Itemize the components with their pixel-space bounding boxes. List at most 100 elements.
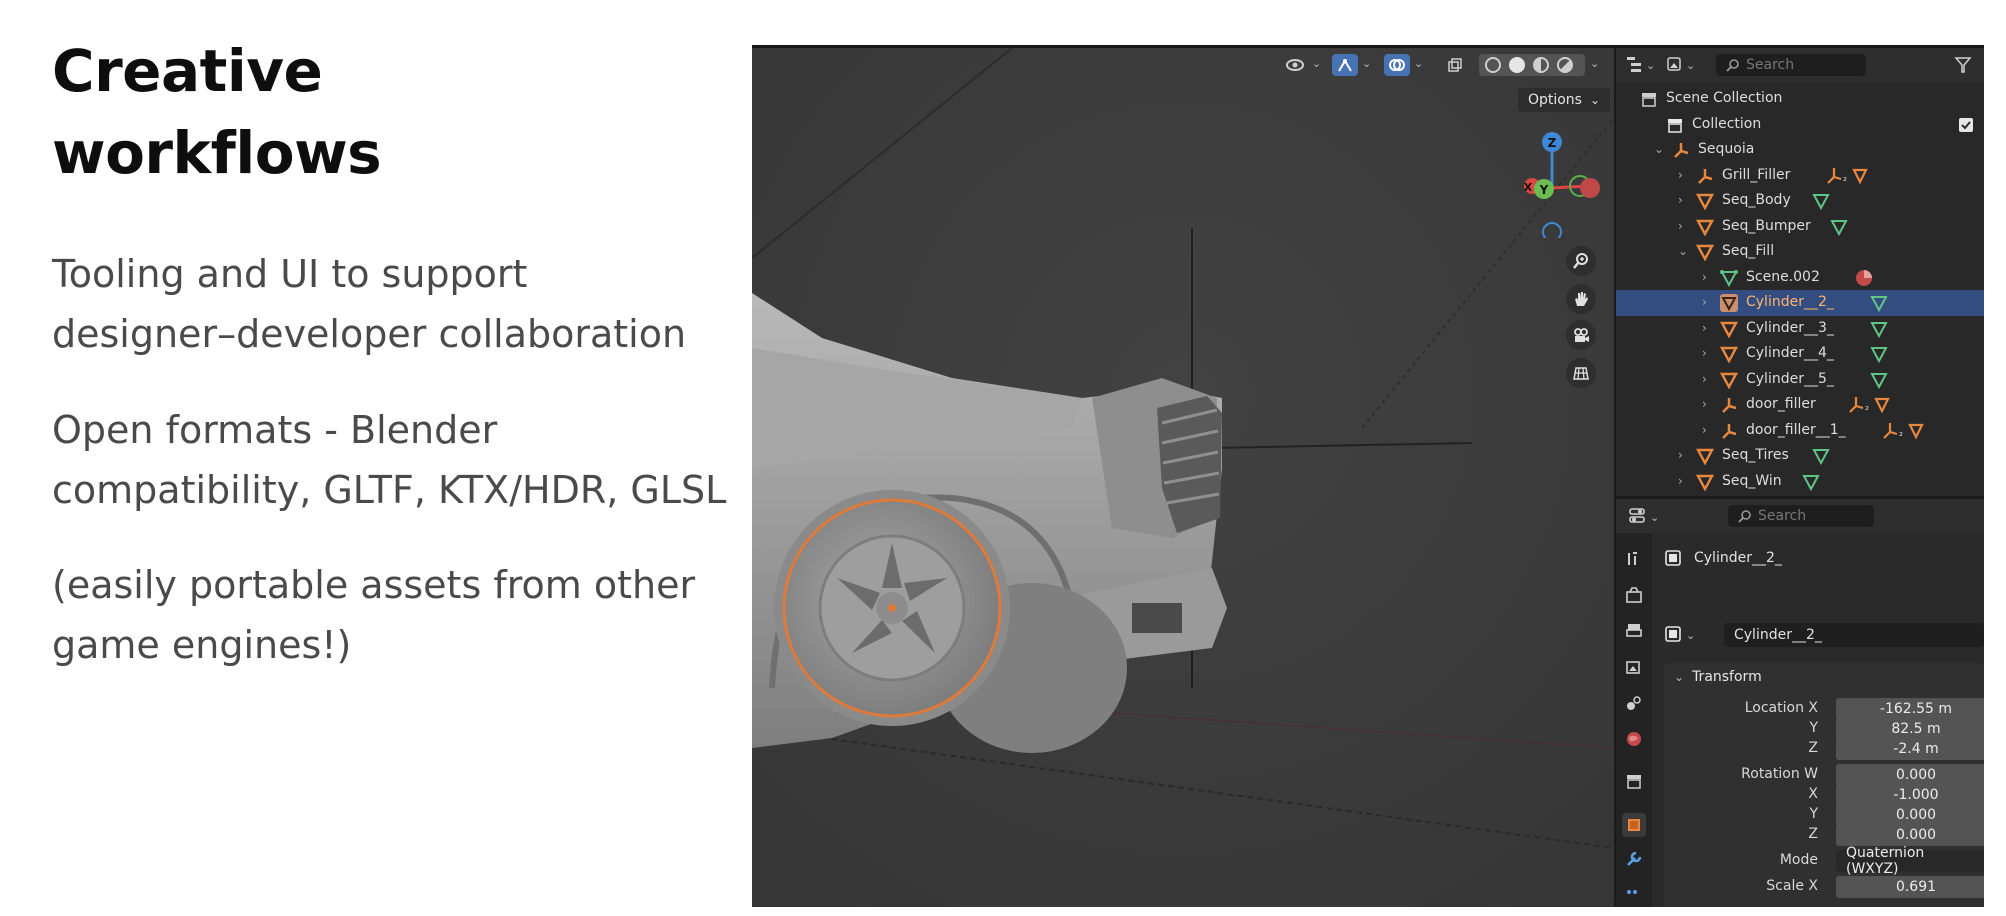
world-tab-icon[interactable] <box>1622 727 1646 751</box>
object-name-field[interactable]: Cylinder__2_ <box>1724 623 1984 647</box>
collection-tab-icon[interactable] <box>1622 769 1646 793</box>
filter-mode-icon[interactable]: ⌄ <box>1666 55 1696 77</box>
chevron-right-icon[interactable]: › <box>1702 424 1712 436</box>
filter-icon[interactable] <box>1954 56 1972 78</box>
outliner-row-cylinder-4[interactable]: › Cylinder__4_ <box>1616 341 1984 367</box>
3d-viewport[interactable]: ⌄ ⌄ ⌄ ⌄ Options ⌄ Z X Y <box>752 48 1614 907</box>
chevron-right-icon[interactable]: › <box>1678 220 1688 232</box>
overlays-icon[interactable] <box>1384 54 1410 76</box>
mesh-data-icon <box>1830 219 1848 236</box>
outliner-row-label: Seq_Fill <box>1722 243 1775 259</box>
chevron-right-icon[interactable]: › <box>1678 169 1688 181</box>
outliner-row-collection[interactable]: Collection <box>1616 112 1984 138</box>
outliner-row-seq-bumper[interactable]: › Seq_Bumper <box>1616 214 1984 240</box>
render-tab-icon[interactable] <box>1622 583 1646 607</box>
rotation-x-field[interactable]: -1.000 <box>1836 784 1984 806</box>
viewport-header: ⌄ ⌄ ⌄ ⌄ <box>752 48 1614 82</box>
mesh-icon <box>1696 474 1714 491</box>
outliner-row-door-filler[interactable]: › door_filler ₂ <box>1616 392 1984 418</box>
material-shading-icon[interactable] <box>1533 57 1549 73</box>
outliner-row-label: Seq_Body <box>1722 192 1791 208</box>
empty-icon <box>1722 423 1737 439</box>
camera-icon[interactable] <box>1566 320 1596 350</box>
scene-tab-icon[interactable] <box>1622 691 1646 715</box>
outliner-row-seq-fill[interactable]: ⌄ Seq_Fill <box>1616 239 1984 265</box>
chevron-down-icon[interactable]: ⌄ <box>1362 58 1371 69</box>
outliner-row-scene-collection[interactable]: Scene Collection <box>1616 86 1984 112</box>
object-name-row: Cylinder__2_ <box>1664 549 1782 567</box>
tool-tab-icon[interactable] <box>1622 547 1646 571</box>
rendered-shading-icon[interactable] <box>1557 57 1573 73</box>
outliner-row-cylinder-2[interactable]: › Cylinder__2_ <box>1616 290 1984 316</box>
object-icon <box>1665 550 1681 566</box>
display-mode-icon[interactable]: ⌄ <box>1626 55 1655 77</box>
visibility-icon[interactable] <box>1282 54 1308 76</box>
chevron-right-icon[interactable]: › <box>1702 347 1712 359</box>
chevron-right-icon[interactable]: › <box>1702 398 1712 410</box>
gizmo-toggle-icon[interactable] <box>1332 54 1358 76</box>
outliner-row-cylinder-3[interactable]: › Cylinder__3_ <box>1616 316 1984 342</box>
wireframe-shading-icon[interactable] <box>1485 57 1501 73</box>
properties-search-input[interactable]: Search <box>1728 505 1874 527</box>
outliner-row-seq-tires[interactable]: › Seq_Tires <box>1616 443 1984 469</box>
outliner-row-seq-win[interactable]: › Seq_Win <box>1616 469 1984 495</box>
zoom-icon[interactable] <box>1566 246 1596 276</box>
solid-shading-icon[interactable] <box>1509 57 1525 73</box>
mesh-data-icon <box>1802 474 1820 491</box>
outliner-row-seq-body[interactable]: › Seq_Body <box>1616 188 1984 214</box>
rotation-mode-dropdown[interactable]: Quaternion (WXYZ) ⌄ <box>1836 845 1984 877</box>
outliner-row-sequoia[interactable]: ⌄ Sequoia <box>1616 137 1984 163</box>
blender-screenshot: ⌄ ⌄ ⌄ ⌄ Options ⌄ Z X Y ⌄ Search Scene C… <box>752 45 1984 907</box>
outliner-row-scene-002[interactable]: › Scene.002 <box>1616 265 1984 291</box>
rotation-w-field[interactable]: 0.000 <box>1836 764 1984 786</box>
editor-type-icon[interactable]: ⌄ <box>1628 506 1662 530</box>
options-dropdown[interactable]: Options ⌄ <box>1518 88 1610 112</box>
outliner-row-grill-filler[interactable]: › Grill_Filler ₂ <box>1616 163 1984 189</box>
chevron-right-icon[interactable]: › <box>1702 296 1712 308</box>
chevron-right-icon[interactable]: › <box>1678 475 1688 487</box>
chevron-right-icon[interactable]: › <box>1702 373 1712 385</box>
hand-icon[interactable] <box>1566 284 1596 314</box>
rotation-w-label: Rotation W <box>1741 766 1818 782</box>
chevron-down-icon[interactable]: ⌄ <box>1654 143 1664 155</box>
shading-mode-group <box>1479 54 1585 76</box>
outliner-row-label: Grill_Filler <box>1722 166 1791 183</box>
output-tab-icon[interactable] <box>1622 619 1646 643</box>
chevron-right-icon[interactable]: › <box>1678 449 1688 461</box>
outliner-row-label: door_filler__1_ <box>1746 421 1846 438</box>
material-icon <box>1856 269 1872 286</box>
particles-tab-icon[interactable] <box>1622 879 1646 903</box>
chevron-right-icon[interactable]: › <box>1702 322 1712 334</box>
object-name-value: Cylinder__2_ <box>1734 627 1822 643</box>
modifier-wrench-icon[interactable] <box>1622 847 1646 871</box>
rotation-z-field[interactable]: 0.000 <box>1836 824 1984 846</box>
object-type-dropdown[interactable]: ⌄ <box>1664 625 1698 649</box>
chevron-down-icon[interactable]: ⌄ <box>1414 58 1423 69</box>
outliner-row-label: Seq_Tires <box>1722 447 1789 463</box>
mesh-data-icon <box>1870 372 1888 389</box>
chevron-down-icon[interactable]: ⌄ <box>1312 58 1321 69</box>
svg-text:⌄: ⌄ <box>1650 511 1659 524</box>
checkbox-icon[interactable] <box>1958 117 1974 133</box>
chevron-right-icon[interactable]: › <box>1702 271 1712 283</box>
rotation-y-value: 0.000 <box>1895 807 1937 823</box>
outliner-row-label: door_filler <box>1746 396 1816 412</box>
outliner-row-door-filler-1[interactable]: › door_filler__1_ ₂ <box>1616 418 1984 444</box>
chevron-down-icon[interactable]: ⌄ <box>1678 245 1688 257</box>
chevron-down-icon[interactable]: ⌄ <box>1590 58 1599 69</box>
scale-x-field[interactable]: 0.691 <box>1836 876 1984 898</box>
xray-icon[interactable] <box>1442 54 1468 76</box>
outliner-row-cylinder-5[interactable]: › Cylinder__5_ <box>1616 367 1984 393</box>
chevron-right-icon[interactable]: › <box>1678 194 1688 206</box>
outliner-search-input[interactable]: Search <box>1716 54 1866 76</box>
grid-icon[interactable] <box>1566 358 1596 388</box>
navigation-gizmo[interactable]: Z X Y <box>1512 128 1612 238</box>
rotation-y-field[interactable]: 0.000 <box>1836 804 1984 826</box>
transform-panel-header[interactable]: ⌄ Transform <box>1664 663 1984 691</box>
view-layer-tab-icon[interactable] <box>1622 655 1646 679</box>
location-y-field[interactable]: 82.5 m <box>1836 718 1984 740</box>
transform-panel-title: Transform <box>1692 669 1762 685</box>
location-x-field[interactable]: -162.55 m <box>1836 698 1984 720</box>
location-z-field[interactable]: -2.4 m <box>1836 738 1984 760</box>
object-tab-icon[interactable] <box>1622 813 1646 837</box>
